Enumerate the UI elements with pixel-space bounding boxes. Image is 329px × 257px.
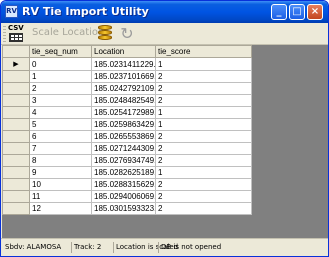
cell-tie-score[interactable]: 1 — [155, 106, 252, 119]
scale-location-button[interactable]: Scale Location — [32, 27, 104, 38]
cell-tie-score[interactable]: 2 — [155, 178, 252, 191]
cell-tie-score[interactable]: 2 — [155, 202, 252, 215]
cell-location[interactable]: 185.0237101669... — [91, 70, 156, 83]
cell-location[interactable]: 185.0248482549... — [91, 94, 156, 107]
cell-tie-seq-num[interactable]: 2 — [29, 82, 92, 95]
cell-location[interactable]: 185.0271244309... — [91, 142, 156, 155]
cell-location[interactable]: 185.0265553869... — [91, 130, 156, 143]
status-separator — [71, 242, 72, 253]
current-row-arrow-icon: ▶ — [13, 61, 19, 68]
row-header[interactable] — [2, 178, 30, 191]
csv-label: CSV — [8, 24, 24, 32]
cell-tie-seq-num[interactable]: 8 — [29, 154, 92, 167]
title-bar[interactable]: RV RV Tie Import Utility _ □ × — [1, 1, 328, 23]
row-header[interactable] — [2, 154, 30, 167]
status-db-state: DB is not opened — [161, 243, 222, 251]
table-row[interactable]: 2 185.0242792109... 2 — [2, 82, 252, 95]
cell-tie-score[interactable]: 2 — [155, 190, 252, 203]
close-button[interactable]: × — [307, 4, 323, 20]
cell-tie-seq-num[interactable]: 4 — [29, 106, 92, 119]
cell-tie-score[interactable]: 1 — [155, 57, 252, 71]
table-body: ▶ 0 185.0231411229... 1 1 185.0237101669... 2 2… — [2, 57, 252, 215]
column-header-location[interactable]: Location — [91, 45, 156, 58]
window-title: RV Tie Import Utility — [22, 5, 149, 18]
cell-tie-seq-num[interactable]: 1 — [29, 70, 92, 83]
cell-tie-seq-num[interactable]: 0 — [29, 57, 92, 71]
table-row[interactable]: 12 185.0301593323... 2 — [2, 202, 252, 215]
row-header[interactable] — [2, 94, 30, 107]
column-header-tie-score[interactable]: tie_score — [155, 45, 252, 58]
column-header-tie-seq-num[interactable]: tie_seq_num — [29, 45, 92, 58]
cell-tie-score[interactable]: 2 — [155, 70, 252, 83]
table-row[interactable]: 1 185.0237101669... 2 — [2, 70, 252, 83]
cell-location[interactable]: 185.0259863429... — [91, 118, 156, 131]
cell-tie-score[interactable]: 2 — [155, 82, 252, 95]
minimize-button[interactable]: _ — [271, 4, 287, 20]
row-header[interactable] — [2, 70, 30, 83]
table-row[interactable]: 10 185.0288315629... 2 — [2, 178, 252, 191]
cell-tie-seq-num[interactable]: 7 — [29, 142, 92, 155]
cell-location[interactable]: 185.0282625189... — [91, 166, 156, 179]
row-header[interactable] — [2, 82, 30, 95]
row-header[interactable] — [2, 202, 30, 215]
header-row: tie_seq_num Location tie_score — [2, 45, 252, 58]
maximize-button[interactable]: □ — [289, 4, 305, 20]
status-separator — [113, 242, 114, 253]
row-header[interactable] — [2, 190, 30, 203]
row-header[interactable] — [2, 142, 30, 155]
table-row[interactable]: 4 185.0254172989... 1 — [2, 106, 252, 119]
status-subdivision: Sbdv: ALAMOSA — [5, 243, 62, 251]
tie-table: tie_seq_num Location tie_score ▶ 0 185.023… — [2, 45, 252, 215]
row-header[interactable] — [2, 130, 30, 143]
corner-cell[interactable] — [2, 45, 30, 58]
cell-tie-seq-num[interactable]: 11 — [29, 190, 92, 203]
table-row[interactable]: 7 185.0271244309... 2 — [2, 142, 252, 155]
table-row[interactable]: ▶ 0 185.0231411229... 1 — [2, 57, 252, 71]
row-header[interactable] — [2, 118, 30, 131]
cell-location[interactable]: 185.0294006069... — [91, 190, 156, 203]
cell-location[interactable]: 185.0301593323... — [91, 202, 156, 215]
cell-tie-score[interactable]: 2 — [155, 94, 252, 107]
refresh-icon[interactable]: ↻ — [117, 25, 137, 43]
data-grid[interactable]: tie_seq_num Location tie_score ▶ 0 185.023… — [2, 45, 328, 238]
status-separator — [158, 242, 159, 253]
table-row[interactable]: 11 185.0294006069... 2 — [2, 190, 252, 203]
cell-tie-score[interactable]: 2 — [155, 142, 252, 155]
status-bar: Sbdv: ALAMOSA Track: 2 Location is scale… — [1, 238, 328, 256]
cell-tie-score[interactable]: 2 — [155, 154, 252, 167]
cell-location[interactable]: 185.0276934749... — [91, 154, 156, 167]
cell-location[interactable]: 185.0288315629... — [91, 178, 156, 191]
cell-tie-seq-num[interactable]: 9 — [29, 166, 92, 179]
row-header[interactable] — [2, 106, 30, 119]
cell-tie-score[interactable]: 2 — [155, 130, 252, 143]
toolbar-grip[interactable] — [3, 26, 6, 42]
database-icon[interactable] — [98, 25, 112, 43]
row-header[interactable] — [2, 166, 30, 179]
table-row[interactable]: 3 185.0248482549... 2 — [2, 94, 252, 107]
row-header[interactable]: ▶ — [2, 57, 30, 71]
table-row[interactable]: 8 185.0276934749... 2 — [2, 154, 252, 167]
cell-tie-seq-num[interactable]: 6 — [29, 130, 92, 143]
status-track: Track: 2 — [74, 243, 102, 251]
app-window: RV RV Tie Import Utility _ □ × CSV Scale… — [0, 0, 329, 257]
cell-tie-seq-num[interactable]: 5 — [29, 118, 92, 131]
cell-location[interactable]: 185.0231411229... — [91, 57, 156, 71]
app-icon: RV — [5, 5, 18, 18]
import-csv-button[interactable]: CSV — [7, 25, 25, 43]
cell-tie-seq-num[interactable]: 10 — [29, 178, 92, 191]
table-row[interactable]: 5 185.0259863429... 1 — [2, 118, 252, 131]
cell-tie-score[interactable]: 1 — [155, 166, 252, 179]
toolbar: CSV Scale Location ↻ — [1, 23, 328, 45]
cell-location[interactable]: 185.0242792109... — [91, 82, 156, 95]
cell-location[interactable]: 185.0254172989... — [91, 106, 156, 119]
table-row[interactable]: 6 185.0265553869... 2 — [2, 130, 252, 143]
cell-tie-seq-num[interactable]: 12 — [29, 202, 92, 215]
cell-tie-seq-num[interactable]: 3 — [29, 94, 92, 107]
table-row[interactable]: 9 185.0282625189... 1 — [2, 166, 252, 179]
table-icon — [9, 33, 23, 42]
cell-tie-score[interactable]: 1 — [155, 118, 252, 131]
